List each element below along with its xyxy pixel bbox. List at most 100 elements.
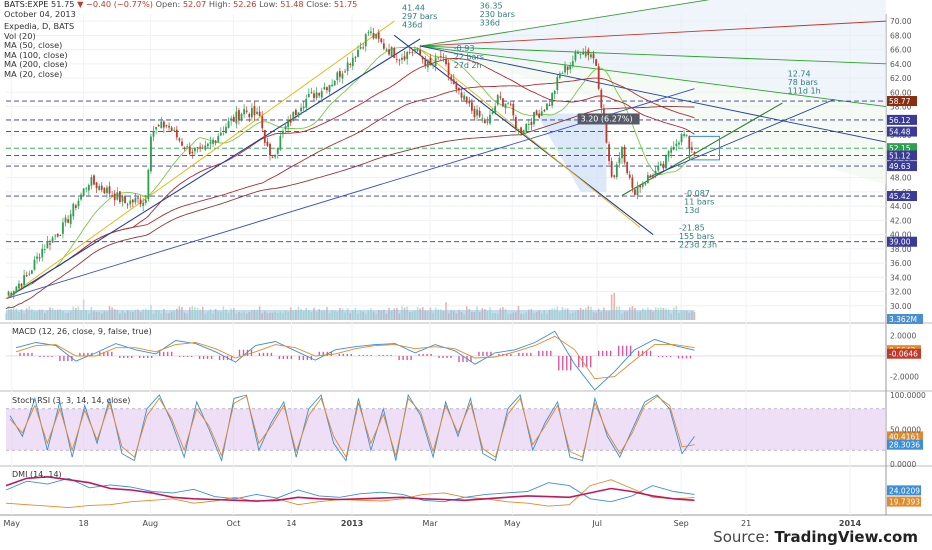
- candle-body: [628, 174, 631, 178]
- candle-body: [95, 182, 98, 189]
- macd-histogram-bar: [286, 355, 289, 360]
- macd-histogram-bar: [238, 349, 241, 356]
- macd-histogram-bar: [166, 351, 169, 356]
- stoch-rsi-label[interactable]: Stoch RSI (3, 3, 14, 14, close): [12, 396, 130, 405]
- candle-body: [67, 219, 70, 223]
- stoch-tick-label: 100.0000: [890, 391, 926, 400]
- price-change: ▼ −0.40 (−0.77%): [77, 0, 153, 9]
- candle-body: [98, 186, 101, 191]
- candle-body: [543, 109, 546, 112]
- candle-body: [470, 102, 473, 111]
- candle-body: [199, 146, 202, 148]
- candle-body: [509, 104, 512, 106]
- candle-body: [597, 66, 600, 89]
- candle-body: [113, 193, 116, 201]
- candle-body: [263, 130, 266, 143]
- candle-body: [266, 141, 269, 146]
- candle-body: [401, 57, 403, 60]
- macd-label[interactable]: MACD (12, 26, close, 9, false, true): [12, 327, 152, 336]
- candle-body: [271, 157, 274, 159]
- candle-body: [499, 96, 502, 98]
- candle-body: [662, 163, 665, 169]
- candle-body: [690, 147, 693, 150]
- macd-histogram-bar: [522, 352, 524, 356]
- macd-histogram-bar: [67, 355, 69, 362]
- candle-body: [230, 118, 233, 121]
- candle-body: [147, 169, 150, 200]
- candle-body: [494, 106, 497, 113]
- candle-body: [522, 130, 525, 135]
- candle-body: [434, 57, 437, 67]
- candle-body: [82, 188, 85, 197]
- candle-body: [458, 87, 460, 91]
- source-prefix: Source:: [713, 528, 775, 546]
- stoch-value-label: 28.3036: [889, 441, 920, 450]
- candle-body: [442, 57, 445, 59]
- candle-body: [641, 184, 644, 187]
- candle-body: [305, 98, 308, 108]
- candle-body: [214, 140, 217, 143]
- candle-body: [152, 131, 155, 137]
- candle-body: [170, 127, 173, 132]
- macd-histogram-bar: [366, 354, 368, 356]
- price-level-label: 39.00: [889, 238, 911, 247]
- macd-histogram-bar: [458, 355, 460, 363]
- candle-body: [636, 186, 639, 196]
- price-level-label: 49.63: [889, 162, 911, 171]
- candle-body: [406, 51, 409, 60]
- macd-histogram-bar: [590, 355, 592, 368]
- candle-body: [217, 136, 220, 142]
- macd-histogram-bar: [158, 351, 161, 356]
- candle-body: [181, 141, 183, 146]
- macd-histogram-bar: [282, 355, 285, 360]
- macd-histogram-bar: [605, 350, 608, 356]
- candle-body: [134, 197, 137, 203]
- candle-body: [652, 176, 654, 178]
- macd-histogram-bar: [390, 354, 392, 356]
- price-level-label: 54.48: [889, 128, 911, 137]
- candle-body: [284, 126, 287, 130]
- candle-body: [129, 200, 132, 205]
- candle-body: [491, 111, 494, 114]
- macd-histogram-bar: [79, 352, 81, 356]
- symbol: BATS:EXPE: [4, 0, 49, 9]
- candle-body: [362, 47, 365, 49]
- study-ma20[interactable]: MA (20, close): [4, 69, 357, 80]
- candle-body: [248, 113, 251, 118]
- macd-tick-label: -2.0000: [890, 373, 919, 382]
- price-tick-label: 60.00: [890, 88, 912, 97]
- dmi-label[interactable]: DMI (14, 14): [12, 470, 62, 479]
- trading-chart[interactable]: 41.44297 bars436d36.35230 bars336d-0.932…: [0, 0, 932, 550]
- macd-histogram-bar: [111, 351, 113, 356]
- macd-histogram-bar: [302, 355, 305, 361]
- macd-histogram-bar: [350, 353, 352, 356]
- candle-body: [579, 54, 582, 56]
- candle-body: [56, 233, 59, 237]
- macd-histogram-bar: [290, 355, 293, 360]
- macd-histogram-bar: [83, 352, 85, 356]
- candle-body: [590, 54, 592, 58]
- candle-body: [670, 149, 673, 153]
- source-credit[interactable]: Source: TradingView.com: [713, 528, 918, 546]
- candle-body: [287, 119, 290, 128]
- candle-body: [245, 110, 248, 112]
- candle-body: [155, 126, 158, 130]
- candle-body: [33, 259, 36, 270]
- candle-body: [359, 46, 362, 49]
- macd-histogram-bar: [625, 345, 628, 356]
- candle-body: [106, 187, 108, 194]
- candle-body: [414, 49, 416, 52]
- candle-body: [571, 61, 574, 67]
- volume-ma-area: [6, 310, 695, 320]
- candle-body: [388, 49, 390, 55]
- candle-body: [300, 107, 302, 112]
- macd-histogram-bar: [482, 351, 484, 356]
- price-tick-label: 34.00: [890, 273, 912, 282]
- dmi-plus-line: [5, 477, 695, 503]
- macd-histogram-bar: [681, 355, 684, 359]
- candle-body: [282, 130, 284, 135]
- candle-body: [209, 141, 212, 144]
- price-tick-label: 70.00: [890, 17, 912, 26]
- candle-body: [455, 82, 458, 90]
- candle-body: [250, 108, 253, 118]
